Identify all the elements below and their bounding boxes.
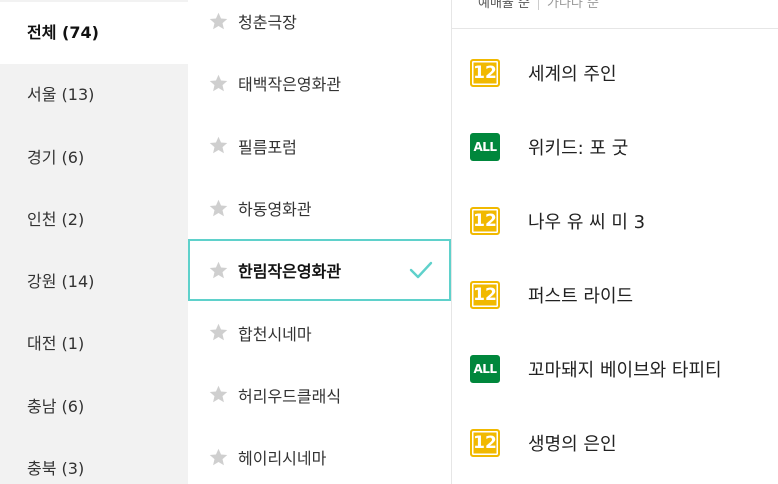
movie-item[interactable]: 12 퍼스트 라이드 [452,258,778,332]
age-12-rating-badge: 12 [470,429,500,457]
theater-name: 하동영화관 [238,200,312,220]
region-item-chungnam[interactable]: 충남 (6) [0,376,188,438]
star-icon[interactable] [208,135,229,156]
theater-item[interactable]: 태백작은영화관 [188,52,451,114]
region-item-daejeon[interactable]: 대전 (1) [0,313,188,375]
star-icon[interactable] [208,322,229,343]
movie-item[interactable]: 12 나우 유 씨 미 3 [452,184,778,258]
sort-divider [537,0,539,10]
star-icon[interactable] [208,11,229,32]
theater-name: 청춘극장 [238,13,297,33]
theater-item[interactable]: 허리우드클래식 [188,364,451,426]
theater-name: 태백작은영화관 [238,75,342,95]
theater-item[interactable]: 필름포럼 [188,115,451,177]
sort-by-booking-rate[interactable]: 예매율 순 [478,0,530,11]
movie-title: 위키드: 포 굿 [528,138,629,159]
age-12-rating-badge: 12 [470,281,500,309]
movie-title: 나우 유 씨 미 3 [528,212,646,233]
movie-title: 꼬마돼지 베이브와 타피티 [528,360,722,381]
movie-list: 12 세계의 주인 ALL 위키드: 포 굿 12 나우 유 씨 미 3 12 … [452,36,778,480]
age-12-rating-badge: 12 [470,207,500,235]
theater-column: 청춘극장 태백작은영화관 필름포럼 하동영화관 한림작은영화관 합천시네마 허리… [188,0,452,484]
movie-column: 예매율 순 가나다 순 12 세계의 주인 ALL 위키드: 포 굿 12 나우 … [452,0,778,484]
region-item-gyeonggi[interactable]: 경기 (6) [0,127,188,189]
region-column: 전체 (74) 서울 (13) 경기 (6) 인천 (2) 강원 (14) 대전… [0,0,188,484]
theater-item[interactable]: 헤이리시네마 [188,426,451,484]
all-ages-rating-badge: ALL [470,133,500,161]
region-item-chungbuk[interactable]: 충북 (3) [0,438,188,484]
theater-name: 허리우드클래식 [238,386,342,406]
region-list: 전체 (74) 서울 (13) 경기 (6) 인천 (2) 강원 (14) 대전… [0,2,188,484]
movie-item[interactable]: ALL 꼬마돼지 베이브와 타피티 [452,332,778,406]
sort-bar: 예매율 순 가나다 순 [452,0,778,29]
movie-title: 생명의 은인 [528,434,617,455]
star-icon[interactable] [208,447,229,468]
theater-name: 필름포럼 [238,137,297,157]
theater-item[interactable]: 청춘극장 [188,0,451,52]
movie-title: 퍼스트 라이드 [528,286,634,307]
theater-name: 한림작은영화관 [238,262,342,282]
star-icon[interactable] [208,73,229,94]
theater-name: 합천시네마 [238,324,312,344]
theater-item[interactable]: 하동영화관 [188,177,451,239]
theater-name: 헤이리시네마 [238,449,327,469]
age-12-rating-badge: 12 [470,59,500,87]
all-ages-rating-badge: ALL [470,355,500,383]
region-item-all[interactable]: 전체 (74) [0,2,188,65]
movie-item[interactable]: 12 세계의 주인 [452,36,778,110]
star-icon[interactable] [208,384,229,405]
star-icon[interactable] [208,260,229,281]
region-item-seoul[interactable]: 서울 (13) [0,64,188,126]
theater-item[interactable]: 합천시네마 [188,301,451,363]
star-icon[interactable] [208,198,229,219]
region-item-incheon[interactable]: 인천 (2) [0,189,188,251]
region-item-gangwon[interactable]: 강원 (14) [0,251,188,313]
sort-by-alphabetical[interactable]: 가나다 순 [547,0,599,11]
movie-item[interactable]: ALL 위키드: 포 굿 [452,110,778,184]
check-icon [409,262,433,279]
movie-item[interactable]: 12 생명의 은인 [452,406,778,480]
theater-list: 청춘극장 태백작은영화관 필름포럼 하동영화관 한림작은영화관 합천시네마 허리… [188,0,451,484]
movie-title: 세계의 주인 [528,64,617,85]
theater-item-selected[interactable]: 한림작은영화관 [188,239,451,302]
